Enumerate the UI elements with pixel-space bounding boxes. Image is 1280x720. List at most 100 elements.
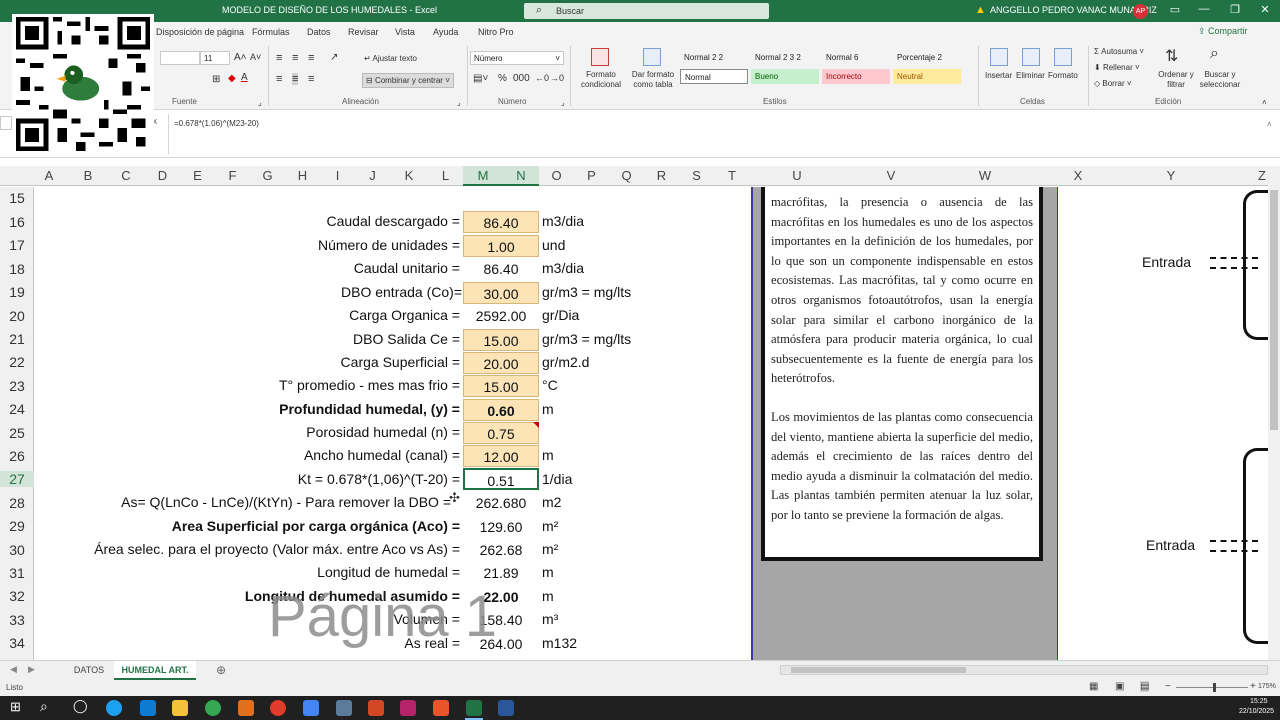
cell-label[interactable]: DBO Salida Ce = xyxy=(353,331,460,347)
app-icon[interactable] xyxy=(336,700,352,716)
cell-unit[interactable]: m² xyxy=(542,541,558,557)
menu-ayuda[interactable]: Ayuda xyxy=(433,27,458,37)
row-header[interactable]: 19 xyxy=(0,284,34,300)
tab-datos[interactable]: DATOS xyxy=(64,661,114,680)
cell-unit[interactable]: und xyxy=(542,237,565,253)
search-icon[interactable]: ⌕ xyxy=(40,698,48,715)
insert-cells-button[interactable]: Insertar xyxy=(985,71,1012,80)
vertical-scrollbar[interactable] xyxy=(1268,166,1280,660)
align-right-icon[interactable]: ≡ xyxy=(308,73,314,85)
align-center-icon[interactable]: ≡ xyxy=(292,73,299,85)
format-cells-icon[interactable] xyxy=(1054,48,1072,66)
cell-unit[interactable]: m xyxy=(542,588,554,604)
cell-value[interactable]: 21.89 xyxy=(463,562,539,584)
cell-value[interactable]: 30.00 xyxy=(463,282,539,304)
search-box[interactable]: ⌕ Buscar xyxy=(524,3,769,19)
app-icon[interactable] xyxy=(400,700,416,716)
find-select-button[interactable]: Buscar y seleccionar xyxy=(1196,70,1244,90)
insert-cells-icon[interactable] xyxy=(990,48,1008,66)
selected-cell[interactable]: 0.51 xyxy=(463,468,539,490)
col-header-e[interactable]: E xyxy=(180,166,215,186)
row-header[interactable]: 32 xyxy=(0,588,34,604)
col-header-x[interactable]: X xyxy=(1032,166,1124,186)
col-header-j[interactable]: J xyxy=(355,166,390,186)
cell-label[interactable]: Porosidad humedal (n) = xyxy=(306,424,460,440)
edge-icon[interactable] xyxy=(140,700,156,716)
cell-unit[interactable]: m³ xyxy=(542,611,558,627)
increase-decimal-icon[interactable]: ←0 xyxy=(535,73,549,83)
col-header-m[interactable]: M xyxy=(463,166,503,186)
cell-unit[interactable]: m132 xyxy=(542,635,577,651)
cell-label[interactable]: Número de unidades = xyxy=(318,237,460,253)
col-header-v[interactable]: V xyxy=(844,166,938,186)
row-header[interactable]: 28 xyxy=(0,495,34,511)
zoom-out-icon[interactable]: − xyxy=(1165,681,1171,692)
row-header[interactable]: 17 xyxy=(0,237,34,253)
font-size-box[interactable]: 11 xyxy=(200,51,230,65)
comment-indicator-icon[interactable] xyxy=(533,422,539,428)
cell-value[interactable]: 2592.00 xyxy=(463,305,539,327)
col-header-c[interactable]: C xyxy=(112,166,140,186)
page-break-view-icon[interactable]: ▤ xyxy=(1140,681,1150,692)
minimize-button[interactable]: — xyxy=(1194,3,1214,15)
delete-cells-icon[interactable] xyxy=(1022,48,1040,66)
clock-date[interactable]: 22/10/2025 xyxy=(1239,708,1274,715)
cell-label[interactable]: T° promedio - mes mas frio = xyxy=(279,377,460,393)
tab-humedal-art[interactable]: HUMEDAL ART. xyxy=(114,661,196,680)
row-header[interactable]: 31 xyxy=(0,565,34,581)
collapse-ribbon-icon[interactable]: ˄ xyxy=(1262,98,1267,107)
sort-filter-icon[interactable]: ⇅ xyxy=(1165,46,1178,66)
cell-unit[interactable]: m xyxy=(542,447,554,463)
row-header[interactable]: 22 xyxy=(0,354,34,370)
app-icon[interactable] xyxy=(238,700,254,716)
zoom-slider-thumb[interactable] xyxy=(1213,683,1216,692)
cell-unit[interactable]: gr/m2.d xyxy=(542,354,589,370)
cell-unit[interactable]: gr/m3 = mg/lts xyxy=(542,284,631,300)
autosum-button[interactable]: Σ Autosuma ˅ xyxy=(1094,47,1144,56)
cell-unit[interactable]: gr/m3 = mg/lts xyxy=(542,331,631,347)
col-header-n[interactable]: N xyxy=(503,166,539,186)
col-header-y[interactable]: Y xyxy=(1124,166,1218,186)
cell-value[interactable]: 20.00 xyxy=(463,352,539,374)
cell-unit[interactable]: m3/dia xyxy=(542,213,584,229)
cell-value[interactable]: 262.68 xyxy=(463,539,539,561)
borders-icon[interactable]: ⊞ xyxy=(212,74,220,85)
whatsapp-icon[interactable] xyxy=(106,700,122,716)
formula-input[interactable]: =0.678*(1.06)^(M23-20) xyxy=(174,119,259,128)
prev-sheet-icon[interactable]: ◀ xyxy=(10,664,17,675)
style-porcentaje-2[interactable]: Porcentaje 2 xyxy=(893,50,961,65)
col-header-t[interactable]: T xyxy=(714,166,750,186)
row-header[interactable]: 29 xyxy=(0,518,34,534)
align-top-icon[interactable]: ≡ xyxy=(276,52,282,64)
row-header[interactable]: 26 xyxy=(0,448,34,464)
font-launcher-icon[interactable]: ⌟ xyxy=(258,98,262,107)
fill-color-icon[interactable]: ◆ xyxy=(228,73,236,84)
delete-cells-button[interactable]: Eliminar xyxy=(1016,71,1045,80)
avatar[interactable]: AP xyxy=(1133,4,1148,19)
row-header[interactable]: 30 xyxy=(0,542,34,558)
col-header-b[interactable]: B xyxy=(64,166,112,186)
format-table-icon[interactable] xyxy=(643,48,661,66)
col-header-k[interactable]: K xyxy=(390,166,428,186)
number-launcher-icon[interactable]: ⌟ xyxy=(561,98,565,107)
col-header-w[interactable]: W xyxy=(938,166,1032,186)
conditional-format-icon[interactable] xyxy=(591,48,609,66)
conditional-format-button[interactable]: Formato condicional xyxy=(576,70,626,90)
app-icon[interactable] xyxy=(433,700,449,716)
fill-button[interactable]: ⬇ Rellenar ˅ xyxy=(1094,63,1140,72)
align-left-icon[interactable]: ≡ xyxy=(276,73,282,85)
alignment-launcher-icon[interactable]: ⌟ xyxy=(457,98,461,107)
cell-label[interactable]: Caudal unitario = xyxy=(354,260,460,276)
row-header[interactable]: 33 xyxy=(0,612,34,628)
horizontal-scroll-thumb[interactable] xyxy=(791,667,966,673)
decrease-font-icon[interactable]: A˅ xyxy=(250,52,261,62)
task-view-icon[interactable]: ◯ xyxy=(73,698,88,714)
menu-datos[interactable]: Datos xyxy=(307,27,331,37)
col-header-p[interactable]: P xyxy=(574,166,609,186)
excel-icon[interactable] xyxy=(466,700,482,716)
style-neutral[interactable]: Neutral xyxy=(893,69,961,84)
cell-value[interactable]: 12.00 xyxy=(463,445,539,467)
col-header-h[interactable]: H xyxy=(285,166,320,186)
format-table-button[interactable]: Dar formato como tabla xyxy=(628,70,678,90)
opera-icon[interactable] xyxy=(270,700,286,716)
